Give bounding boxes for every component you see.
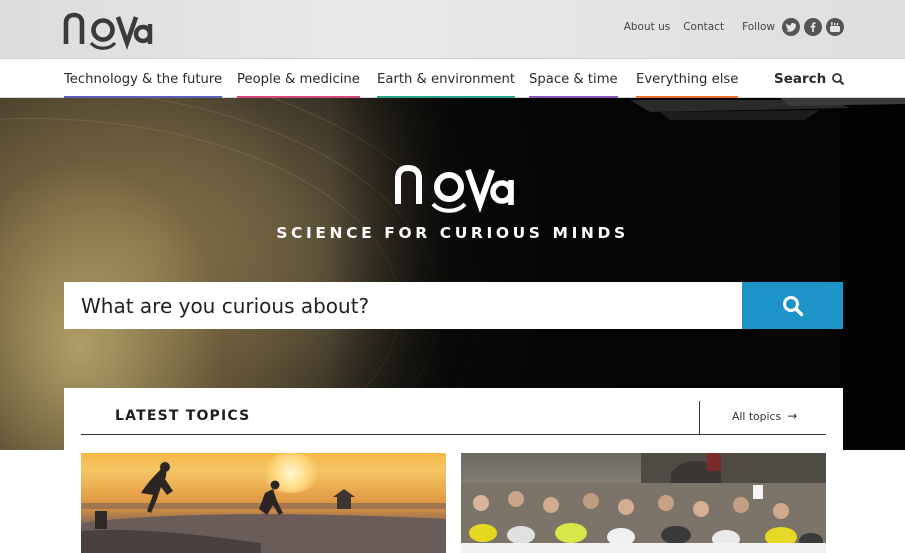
- nav-item-label: Everything else: [636, 72, 739, 87]
- nova-logo[interactable]: [63, 8, 153, 50]
- youtube-icon[interactable]: [826, 18, 844, 36]
- nav-space-time[interactable]: Space & time: [529, 59, 618, 99]
- search-icon: [782, 295, 803, 316]
- about-us-link[interactable]: About us: [624, 21, 671, 33]
- nav-item-label: Technology & the future: [64, 72, 223, 87]
- main-nav: Technology & the future People & medicin…: [0, 58, 905, 98]
- hero-nova-logo: [395, 164, 514, 214]
- nav-item-label: Space & time: [529, 72, 618, 87]
- contact-link[interactable]: Contact: [683, 21, 724, 33]
- divider: [699, 401, 700, 435]
- hero-light-streaks: [630, 98, 905, 120]
- latest-topics-heading: LATEST TOPICS: [115, 408, 251, 424]
- all-topics-link[interactable]: All topics →: [732, 409, 797, 423]
- arrow-right-icon: →: [787, 409, 798, 423]
- twitter-icon[interactable]: [782, 18, 800, 36]
- divider: [81, 434, 826, 435]
- topic-card-skatepark[interactable]: [81, 453, 446, 553]
- hero-tagline: SCIENCE FOR CURIOUS MINDS: [276, 224, 629, 242]
- all-topics-label: All topics: [732, 410, 782, 423]
- nav-earth-environment[interactable]: Earth & environment: [377, 59, 516, 99]
- nav-item-label: Earth & environment: [377, 72, 516, 87]
- skatepark-silhouette-image: [81, 462, 446, 553]
- nav-technology-future[interactable]: Technology & the future: [64, 59, 223, 99]
- follow-label: Follow: [742, 21, 775, 33]
- nav-item-label: People & medicine: [237, 72, 360, 87]
- facebook-icon[interactable]: [804, 18, 822, 36]
- hero-search-button[interactable]: [742, 282, 843, 329]
- top-bar: About us Contact Follow: [0, 0, 905, 58]
- nav-everything-else[interactable]: Everything else: [636, 59, 739, 99]
- topic-card-cycling[interactable]: [461, 453, 826, 553]
- curious-search-input[interactable]: [64, 282, 742, 329]
- utility-links: About us Contact Follow: [611, 16, 844, 38]
- search-icon[interactable]: [831, 72, 845, 86]
- cycling-race-image: [461, 453, 826, 553]
- nav-people-medicine[interactable]: People & medicine: [237, 59, 360, 99]
- nav-search-link[interactable]: Search: [774, 59, 826, 99]
